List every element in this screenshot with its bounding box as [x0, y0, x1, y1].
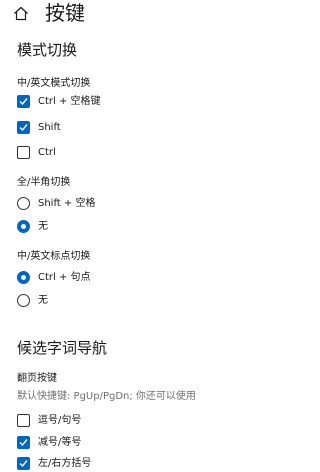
checkbox-unchecked-icon[interactable] — [17, 146, 30, 159]
group-label-punct-switch: 中/英文标点切换 — [17, 251, 91, 262]
checkbox-label: Shift — [38, 122, 61, 133]
radio-label: 无 — [38, 295, 48, 306]
section-title-mode-switch: 模式切换 — [17, 41, 78, 59]
group-label-width-switch: 全/半角切换 — [17, 177, 71, 188]
radio-selected-icon[interactable] — [17, 271, 30, 284]
checkbox-brackets[interactable]: 左/右方括号 — [17, 456, 211, 472]
radio-none-punct[interactable]: 无 — [17, 293, 211, 309]
radio-label: 无 — [38, 221, 48, 232]
checkbox-unchecked-icon[interactable] — [17, 414, 30, 427]
paging-hint-text: 默认快捷键: PgUp/PgDn; 你还可以使用 — [17, 391, 196, 402]
checkbox-checked-icon[interactable] — [17, 457, 30, 470]
checkbox-checked-icon[interactable] — [17, 95, 30, 108]
checkbox-minus-equal[interactable]: 减号/等号 — [17, 435, 211, 451]
checkbox-label: Ctrl — [38, 147, 56, 158]
checkbox-label: Ctrl + 空格键 — [38, 96, 101, 107]
radio-ctrl-period[interactable]: Ctrl + 句点 — [17, 270, 211, 286]
checkbox-label: 左/右方括号 — [38, 458, 92, 469]
group-label-paging-keys: 翻页按键 — [17, 373, 57, 384]
radio-label: Shift + 空格 — [38, 198, 96, 209]
checkbox-label: 减号/等号 — [38, 437, 82, 448]
checkbox-checked-icon[interactable] — [17, 436, 30, 449]
checkbox-shift[interactable]: Shift — [17, 120, 211, 136]
radio-shift-space[interactable]: Shift + 空格 — [17, 196, 211, 212]
section-title-candidate-nav: 候选字词导航 — [17, 339, 108, 357]
checkbox-label: 逗号/句号 — [38, 415, 82, 426]
radio-label: Ctrl + 句点 — [38, 272, 91, 283]
page-title: 按键 — [45, 1, 85, 25]
checkbox-ctrl[interactable]: Ctrl — [17, 145, 211, 161]
checkbox-checked-icon[interactable] — [17, 121, 30, 134]
radio-unselected-icon[interactable] — [17, 197, 30, 210]
radio-unselected-icon[interactable] — [17, 294, 30, 307]
radio-selected-icon[interactable] — [17, 220, 30, 233]
checkbox-comma-period[interactable]: 逗号/句号 — [17, 413, 211, 429]
page-header: 按键 — [0, 0, 211, 26]
checkbox-ctrl-space[interactable]: Ctrl + 空格键 — [17, 94, 211, 110]
group-label-cn-en-switch: 中/英文模式切换 — [17, 78, 91, 89]
home-icon[interactable] — [13, 6, 29, 21]
radio-none-width[interactable]: 无 — [17, 219, 211, 235]
